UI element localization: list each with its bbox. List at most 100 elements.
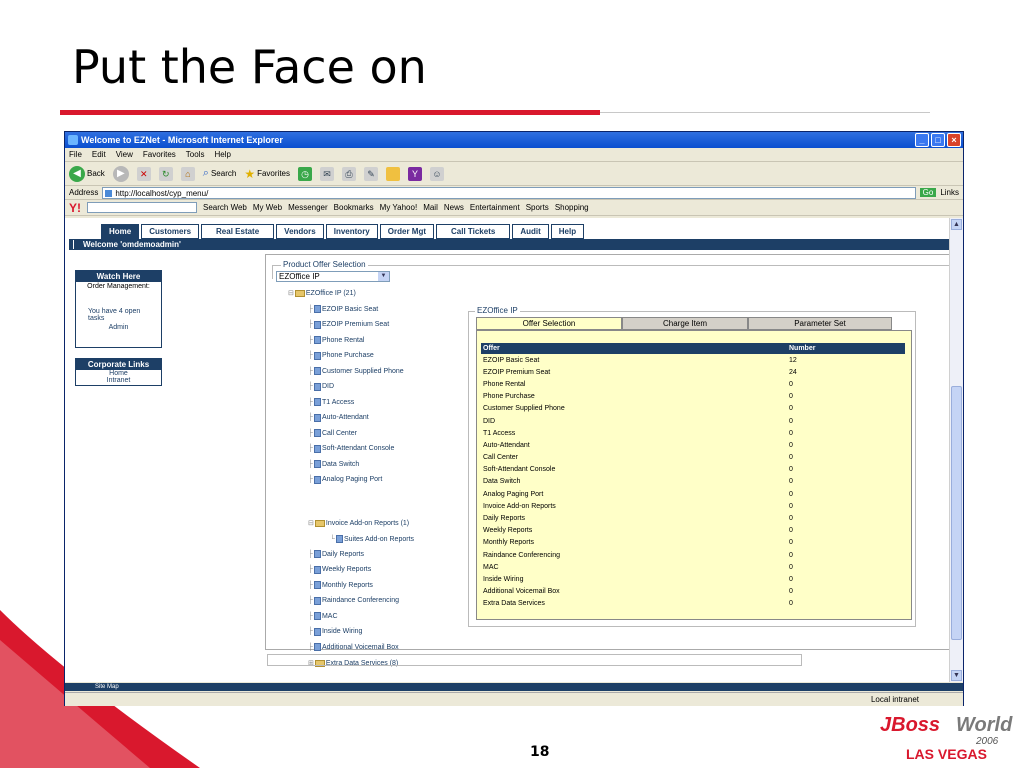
search-web-button[interactable]: Search Web (203, 203, 247, 212)
tree-invoice-group[interactable]: ⊟ Invoice Add-on Reports (1) (308, 519, 409, 527)
tree-item[interactable]: ├ Auto-Attendant (308, 413, 369, 422)
tree-item[interactable]: ├ EZOIP Basic Seat (308, 305, 378, 313)
menu-file[interactable]: File (69, 148, 82, 161)
home-icon[interactable]: ⌂ (180, 166, 195, 181)
tree-item[interactable]: ├ Phone Purchase (308, 351, 374, 360)
tree-item[interactable]: ├ Monthly Reports (308, 581, 373, 589)
table-row[interactable]: Inside Wiring 0 (481, 573, 905, 585)
edit-icon[interactable]: ✎ (364, 166, 378, 181)
tab-order-mgt[interactable]: Order Mgt (379, 224, 434, 239)
yahoo-shopping[interactable]: Shopping (555, 203, 589, 212)
yahoo-logo[interactable]: Y! (69, 201, 81, 215)
tree-item[interactable]: ├ Additional Voicemail Box (308, 643, 399, 651)
table-row[interactable]: EZOIP Basic Seat 12 (481, 354, 905, 366)
history-icon[interactable]: ◷ (298, 166, 312, 181)
forward-button[interactable]: ▶ (112, 165, 129, 182)
table-row[interactable]: DID 0 (481, 415, 905, 427)
refresh-icon[interactable]: ↻ (158, 166, 173, 181)
links-button[interactable]: Links (940, 188, 963, 197)
table-row[interactable]: Auto-Attendant 0 (481, 439, 905, 451)
yahoo-news[interactable]: News (444, 203, 464, 212)
tab-charge-item[interactable]: Charge Item (622, 317, 748, 330)
tree-item[interactable]: ├ EZOIP Premium Seat (308, 320, 389, 329)
tree-item[interactable]: ├ Daily Reports (308, 550, 364, 558)
tab-offer-selection[interactable]: Offer Selection (476, 317, 622, 330)
yahoo-messenger[interactable]: Messenger (288, 203, 328, 212)
yahoo-sports[interactable]: Sports (526, 203, 549, 212)
scroll-down-arrow-icon[interactable]: ▼ (951, 670, 962, 681)
menu-edit[interactable]: Edit (92, 148, 106, 161)
tab-customers[interactable]: Customers (141, 224, 200, 239)
intranet-link[interactable]: Intranet (76, 377, 161, 384)
vertical-scrollbar[interactable]: ▲ ▼ (949, 218, 963, 682)
maximize-button[interactable]: □ (931, 133, 945, 147)
menu-tools[interactable]: Tools (186, 148, 205, 161)
yahoo-my-web[interactable]: My Web (253, 203, 282, 212)
yahoo-my-yahoo[interactable]: My Yahoo! (380, 203, 418, 212)
print-icon[interactable]: ⎙ (342, 166, 356, 181)
tree-invoice-child[interactable]: └ Suites Add-on Reports (330, 535, 414, 543)
table-row[interactable]: Weekly Reports 0 (481, 525, 905, 537)
address-input[interactable]: http://localhost/cyp_menu/ (102, 186, 916, 199)
table-row[interactable]: Call Center 0 (481, 452, 905, 464)
table-row[interactable]: Phone Purchase 0 (481, 391, 905, 403)
stop-icon[interactable]: ✕ (136, 166, 151, 181)
menu-help[interactable]: Help (214, 148, 230, 161)
mail-icon[interactable]: ✉ (320, 166, 334, 181)
table-row[interactable]: Analog Paging Port 0 (481, 488, 905, 500)
tree-item[interactable]: ├ MAC (308, 612, 338, 620)
table-row[interactable]: Phone Rental 0 (481, 378, 905, 390)
admin-link[interactable]: Admin (76, 323, 161, 332)
site-map-bar[interactable]: Site Map (65, 683, 963, 691)
tab-parameter-set[interactable]: Parameter Set (748, 317, 892, 330)
tree-item[interactable]: ├ Inside Wiring (308, 627, 362, 636)
table-row[interactable]: Extra Data Services 0 (481, 598, 905, 610)
open-tasks-link[interactable]: You have 4 open tasks (76, 307, 161, 323)
tree-item[interactable]: ├ Weekly Reports (308, 565, 371, 574)
yahoo-entertainment[interactable]: Entertainment (470, 203, 520, 212)
table-row[interactable]: Daily Reports 0 (481, 512, 905, 524)
tree-item[interactable]: ├ Soft-Attendant Console (308, 444, 394, 453)
yahoo-icon[interactable]: Y (408, 166, 422, 181)
tab-inventory[interactable]: Inventory (325, 224, 378, 239)
tree-item[interactable]: ├ T1 Access (308, 398, 354, 406)
favorites-button[interactable]: ★ Favorites (244, 167, 290, 181)
menu-favorites[interactable]: Favorites (143, 148, 176, 161)
tab-help[interactable]: Help (550, 224, 585, 239)
menu-view[interactable]: View (116, 148, 133, 161)
tree-item[interactable]: ├ Customer Supplied Phone (308, 367, 404, 375)
table-row[interactable]: Soft-Attendant Console 0 (481, 464, 905, 476)
product-offer-select[interactable]: EZOffice IP ▼ (276, 271, 390, 282)
table-row[interactable]: Additional Voicemail Box 0 (481, 586, 905, 598)
folder-icon[interactable] (386, 166, 400, 181)
tree-item[interactable]: ├ Data Switch (308, 460, 359, 468)
table-row[interactable]: Monthly Reports 0 (481, 537, 905, 549)
tab-real-estate[interactable]: Real Estate (201, 224, 275, 239)
tab-audit[interactable]: Audit (512, 224, 549, 239)
tab-vendors[interactable]: Vendors (276, 224, 324, 239)
back-button[interactable]: ◀ Back (69, 165, 105, 182)
table-row[interactable]: MAC 0 (481, 561, 905, 573)
table-row[interactable]: Data Switch 0 (481, 476, 905, 488)
yahoo-mail[interactable]: Mail (423, 203, 438, 212)
scrollbar-thumb[interactable] (951, 386, 962, 640)
table-row[interactable]: Customer Supplied Phone 0 (481, 403, 905, 415)
table-row[interactable]: T1 Access 0 (481, 427, 905, 439)
go-button[interactable]: Go (919, 188, 937, 197)
tree-item[interactable]: ├ DID (308, 382, 334, 391)
scroll-up-arrow-icon[interactable]: ▲ (951, 219, 962, 230)
tree-item[interactable]: ├ Phone Rental (308, 336, 364, 344)
table-row[interactable]: Raindance Conferencing 0 (481, 549, 905, 561)
tab-call-tickets[interactable]: Call Tickets (436, 224, 511, 239)
table-row[interactable]: Invoice Add-on Reports 0 (481, 500, 905, 512)
search-button[interactable]: ⌕ Search (203, 167, 237, 180)
tree-item[interactable]: ├ Raindance Conferencing (308, 596, 399, 605)
home-link[interactable]: Home (76, 370, 161, 377)
tree-item[interactable]: ├ Analog Paging Port (308, 475, 382, 484)
yahoo-bookmarks[interactable]: Bookmarks (334, 203, 374, 212)
table-row[interactable]: EZOIP Premium Seat 24 (481, 366, 905, 378)
minimize-button[interactable]: _ (915, 133, 929, 147)
yahoo-search-input[interactable] (87, 202, 197, 213)
tree-item[interactable]: ├ Call Center (308, 429, 357, 437)
messenger-icon[interactable]: ☺ (430, 166, 444, 181)
